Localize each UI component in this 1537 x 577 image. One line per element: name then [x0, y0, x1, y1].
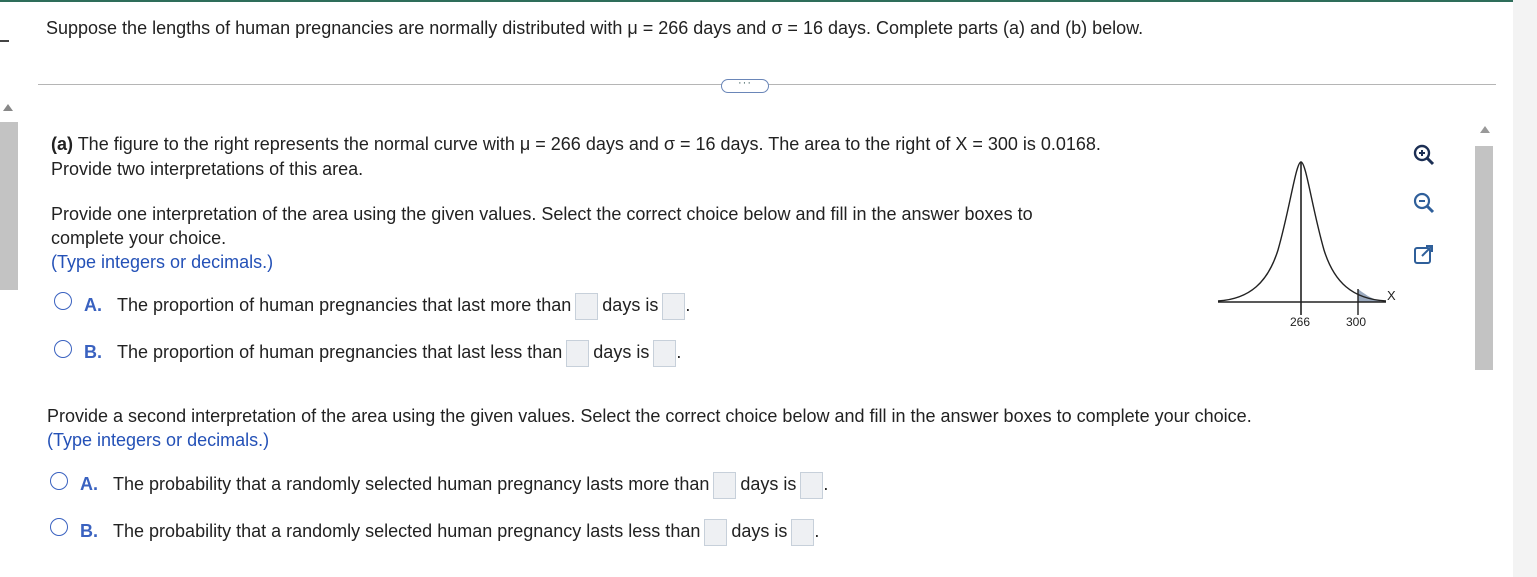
first-hint: (Type integers or decimals.): [51, 252, 274, 272]
first-choice-b: B. The proportion of human pregnancies t…: [84, 338, 681, 367]
first-choice-a-radio[interactable]: [54, 292, 72, 310]
choice-end: .: [823, 474, 829, 494]
page-scrollbar-track[interactable]: [1513, 0, 1537, 577]
choice-end: .: [685, 295, 691, 315]
popout-icon[interactable]: [1411, 242, 1437, 268]
choice-letter: A.: [80, 474, 98, 494]
choice-letter: B.: [80, 521, 98, 541]
right-scroll-up-arrow[interactable]: [1480, 126, 1490, 133]
answer-box[interactable]: [566, 339, 590, 367]
choice-text: The probability that a randomly selected…: [113, 474, 710, 494]
x-tick-label: 300: [1346, 315, 1366, 329]
choice-middle-text: days is: [740, 474, 797, 494]
normal-curve-figure: 266 300 X: [1217, 161, 1396, 329]
choice-text: The proportion of human pregnancies that…: [117, 295, 572, 315]
first-choice-b-radio[interactable]: [54, 340, 72, 358]
left-scroll-up-arrow[interactable]: [3, 104, 13, 111]
part-a-description-line1: The figure to the right represents the n…: [77, 134, 1101, 154]
part-a-description: (a) The figure to the right represents t…: [51, 134, 1101, 155]
second-hint: (Type integers or decimals.): [47, 430, 270, 450]
answer-box[interactable]: [704, 518, 728, 546]
choice-middle-text: days is: [602, 295, 659, 315]
first-prompt-line2: complete your choice.: [51, 228, 227, 248]
answer-box[interactable]: [575, 292, 599, 320]
choice-middle-text: days is: [593, 342, 650, 362]
choice-letter: B.: [84, 342, 102, 362]
second-prompt: Provide a second interpretation of the a…: [47, 406, 1252, 426]
axis-label: X: [1387, 288, 1396, 303]
choice-end: .: [814, 521, 820, 541]
left-edge-marker: [0, 40, 9, 42]
first-prompt-line1: Provide one interpretation of the area u…: [51, 204, 1033, 224]
second-choice-b: B. The probability that a randomly selec…: [80, 517, 819, 546]
choice-text: The proportion of human pregnancies that…: [117, 342, 563, 362]
normal-curve: [1217, 161, 1387, 302]
part-a-label: (a): [51, 134, 73, 154]
top-rule: [0, 0, 1513, 2]
choice-middle-text: days is: [731, 521, 788, 541]
answer-box[interactable]: [653, 339, 677, 367]
right-scrollbar-thumb[interactable]: [1475, 146, 1493, 370]
answer-box[interactable]: [662, 292, 686, 320]
question-text: Suppose the lengths of human pregnancies…: [46, 18, 1144, 38]
choice-end: .: [676, 342, 682, 362]
first-choice-a: A. The proportion of human pregnancies t…: [84, 291, 690, 320]
choice-letter: A.: [84, 295, 102, 315]
choice-text: The probability that a randomly selected…: [113, 521, 701, 541]
zoom-out-icon[interactable]: [1411, 190, 1437, 216]
part-a-description-line2: Provide two interpretations of this area…: [51, 159, 364, 179]
left-scrollbar-thumb[interactable]: [0, 122, 18, 290]
second-choice-a-radio[interactable]: [50, 472, 68, 490]
zoom-in-icon[interactable]: [1411, 142, 1437, 168]
answer-box[interactable]: [791, 518, 815, 546]
second-choice-a: A. The probability that a randomly selec…: [80, 470, 828, 499]
expand-more-button[interactable]: ···: [721, 78, 769, 93]
answer-box[interactable]: [713, 471, 737, 499]
answer-box[interactable]: [800, 471, 824, 499]
mean-tick-label: 266: [1290, 315, 1310, 329]
second-choice-b-radio[interactable]: [50, 518, 68, 536]
